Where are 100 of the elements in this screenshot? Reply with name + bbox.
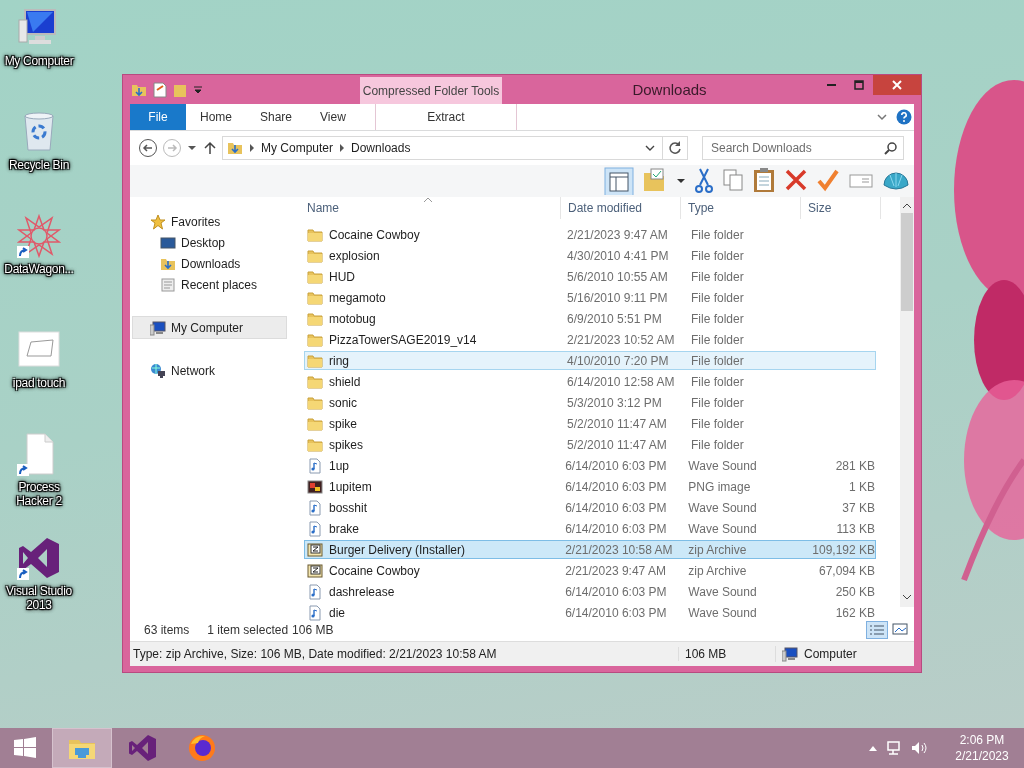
file-type: File folder	[690, 332, 745, 347]
column-header[interactable]: Date modified	[561, 197, 681, 219]
file-type: File folder	[690, 374, 745, 389]
shortcut-arrow-icon	[17, 246, 29, 258]
help-icon[interactable]	[896, 109, 912, 125]
recent-places-icon	[160, 276, 176, 293]
file-row[interactable]: bosshit 6/14/2010 6:03 PM Wave Sound 37 KB	[304, 498, 876, 517]
network-icon	[150, 362, 166, 379]
file-row[interactable]: Burger Delivery (Installer) 2/21/2023 10:58 AM zip Archive 109,192 KB	[304, 540, 876, 559]
date-modified: 5/2/2010 11:47 AM	[566, 437, 668, 452]
properties-icon[interactable]	[153, 81, 167, 98]
desktop-icon-label: DataWagon...	[4, 262, 74, 276]
folder-icon	[307, 373, 323, 390]
file-type: File folder	[690, 353, 745, 368]
file-name: HUD	[329, 269, 355, 284]
up-arrow-icon[interactable]	[202, 140, 218, 156]
preview-pane-icon[interactable]	[604, 167, 634, 195]
ribbon-tab[interactable]: File	[130, 104, 186, 130]
contextual-tab-group-label: Compressed Folder Tools	[360, 77, 502, 104]
close-button[interactable]	[873, 75, 921, 95]
details-text: Type: zip Archive, Size: 106 MB, Date modified: 2/21/2023 10:58 AM	[132, 647, 498, 661]
column-header[interactable]: Type	[681, 197, 801, 219]
file-type: File folder	[690, 311, 745, 326]
date-modified: 6/14/2010 6:03 PM	[564, 521, 668, 536]
selection-count: 1 item selected	[207, 623, 289, 637]
file-size: 109,192 KB	[811, 542, 875, 557]
file-row[interactable]: spike 5/2/2010 11:47 AM File folder	[304, 414, 876, 433]
file-row[interactable]: HUD 5/6/2010 10:55 AM File folder	[304, 267, 876, 286]
file-name: shield	[329, 374, 361, 389]
nav-item[interactable]: Recent places	[130, 274, 295, 295]
volume-icon[interactable]	[910, 740, 928, 756]
column-header[interactable]: Name	[300, 197, 561, 219]
breadcrumb-item[interactable]: My Computer	[261, 141, 334, 155]
file-row[interactable]: sonic 5/3/2010 3:12 PM File folder	[304, 393, 876, 412]
expand-ribbon-icon[interactable]	[876, 111, 888, 123]
date-modified: 5/3/2010 3:12 PM	[566, 395, 663, 410]
folder-icon	[307, 310, 323, 327]
file-row[interactable]: megamoto 5/16/2010 9:11 PM File folder	[304, 288, 876, 307]
breadcrumb-arrow-icon[interactable]	[249, 144, 255, 152]
file-name: sonic	[329, 395, 357, 410]
paste-icon[interactable]	[752, 167, 776, 195]
nav-item[interactable]: Downloads	[130, 253, 295, 274]
ribbon-tab[interactable]: View	[306, 104, 360, 130]
date-modified: 6/14/2010 6:03 PM	[564, 605, 668, 620]
address-bar[interactable]: My Computer Downloads	[222, 136, 688, 160]
folder-icon	[307, 247, 323, 264]
search-field[interactable]: Search Downloads	[702, 136, 904, 160]
ribbon-tab[interactable]: Home	[186, 104, 246, 130]
file-row[interactable]: ring 4/10/2010 7:20 PM File folder	[304, 351, 876, 370]
file-row[interactable]: PizzaTowerSAGE2019_v14 2/21/2023 10:52 AM File folder	[304, 330, 876, 349]
file-row[interactable]: die 6/14/2010 6:03 PM Wave Sound 162 KB	[304, 603, 876, 622]
file-row[interactable]: Cocaine Cowboy 2/21/2023 9:47 AM zip Archive 67,094 KB	[304, 561, 876, 580]
maximize-icon	[854, 80, 864, 90]
clock-date: 2/21/2023	[955, 748, 1009, 764]
file-name: bosshit	[329, 500, 368, 515]
taskbar-app-button[interactable]	[52, 728, 112, 768]
breadcrumb-arrow-icon[interactable]	[339, 144, 346, 152]
nav-item[interactable]: Desktop	[130, 232, 295, 253]
file-row[interactable]: 1up 6/14/2010 6:03 PM Wave Sound 281 KB	[304, 456, 876, 475]
file-row[interactable]: brake 6/14/2010 6:03 PM Wave Sound 113 KB	[304, 519, 876, 538]
nav-item[interactable]: Favorites	[130, 211, 295, 232]
details-location: Computer	[804, 647, 857, 661]
vertical-scrollbar[interactable]	[900, 197, 914, 607]
show-hidden-icons-caret-icon[interactable]	[868, 744, 878, 752]
file-row[interactable]: motobug 6/9/2010 5:51 PM File folder	[304, 309, 876, 328]
file-row[interactable]: shield 6/14/2010 12:58 AM File folder	[304, 372, 876, 391]
date-modified: 5/6/2010 10:55 AM	[566, 269, 669, 284]
file-row[interactable]: spikes 5/2/2010 11:47 AM File folder	[304, 435, 876, 454]
file-type: File folder	[690, 416, 745, 431]
file-size: 37 KB	[841, 500, 875, 515]
image-file-icon	[307, 478, 323, 495]
folder-icon	[307, 331, 323, 348]
folder-icon	[307, 394, 323, 411]
nav-item[interactable]: My Computer	[132, 316, 287, 339]
folder-icon	[307, 352, 323, 369]
details-view-icon[interactable]	[866, 621, 888, 639]
file-row[interactable]: explosion 4/30/2010 4:41 PM File folder	[304, 246, 876, 265]
downloads-folder-icon	[227, 140, 243, 156]
clock[interactable]: 2:06 PM 2/21/2023	[950, 732, 1014, 764]
file-name: brake	[329, 521, 360, 536]
customize-caret-icon[interactable]	[193, 84, 203, 95]
folder-icon	[307, 268, 323, 285]
file-row[interactable]: Cocaine Cowboy 2/21/2023 9:47 AM File folder	[304, 225, 876, 244]
large-icons-view-icon[interactable]	[892, 621, 908, 637]
file-row[interactable]: 1upitem 6/14/2010 6:03 PM PNG image 1 KB	[304, 477, 876, 496]
file-type: File folder	[690, 269, 745, 284]
ribbon-tab[interactable]: Share	[246, 104, 307, 130]
network-icon[interactable]	[886, 740, 902, 756]
back-icon[interactable]	[138, 138, 158, 158]
nav-item[interactable]: Network	[130, 360, 295, 381]
file-type: File folder	[690, 290, 745, 305]
cut-icon[interactable]	[694, 167, 714, 195]
ribbon-tab[interactable]: Extract	[374, 104, 517, 130]
folder-icon	[307, 289, 323, 306]
column-header[interactable]: Size	[801, 197, 881, 219]
file-type: Wave Sound	[687, 500, 758, 515]
breadcrumb-item[interactable]: Downloads	[351, 141, 411, 155]
file-row[interactable]: dashrelease 6/14/2010 6:03 PM Wave Sound 250 KB	[304, 582, 876, 601]
archive-icon	[307, 562, 323, 579]
desktop-icon-label: Recycle Bin	[8, 158, 70, 172]
